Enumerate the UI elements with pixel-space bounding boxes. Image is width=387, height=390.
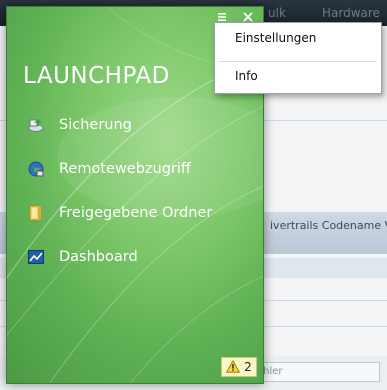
alerts-count: 2 [244, 360, 252, 374]
launchpad-title: LAUNCHPAD [23, 63, 170, 89]
folder-icon [27, 204, 45, 222]
dashboard-icon [27, 248, 45, 266]
background-search-box: ähler [250, 362, 380, 382]
background-header-item: ulk [268, 6, 286, 20]
menu-item-einstellungen[interactable]: Einstellungen [215, 25, 381, 51]
alerts-badge[interactable]: 2 [221, 357, 257, 377]
launchpad-item-label: Freigegebene Ordner [59, 205, 213, 221]
settings-dropdown-menu: Einstellungen Info [214, 22, 382, 94]
launchpad-item-freigegebene-ordner[interactable]: Freigegebene Ordner [27, 191, 212, 235]
launchpad-item-dashboard[interactable]: Dashboard [27, 235, 212, 279]
launchpad-item-sicherung[interactable]: Sicherung [27, 103, 212, 147]
globe-icon [27, 160, 45, 178]
launchpad-item-label: Dashboard [59, 249, 138, 265]
backup-icon [27, 116, 45, 134]
menu-item-info[interactable]: Info [215, 63, 381, 89]
launchpad-item-remotewebzugriff[interactable]: Remotewebzugriff [27, 147, 212, 191]
menu-separator [219, 61, 377, 62]
background-band-text: ivertrails Codename V [270, 219, 387, 232]
launchpad-item-list: Sicherung Remotewebzugriff Freigegebene … [27, 103, 212, 279]
background-header-item: Hardware [322, 6, 380, 20]
launchpad-item-label: Remotewebzugriff [59, 161, 191, 177]
launchpad-item-label: Sicherung [59, 117, 132, 133]
warning-icon [226, 358, 241, 377]
